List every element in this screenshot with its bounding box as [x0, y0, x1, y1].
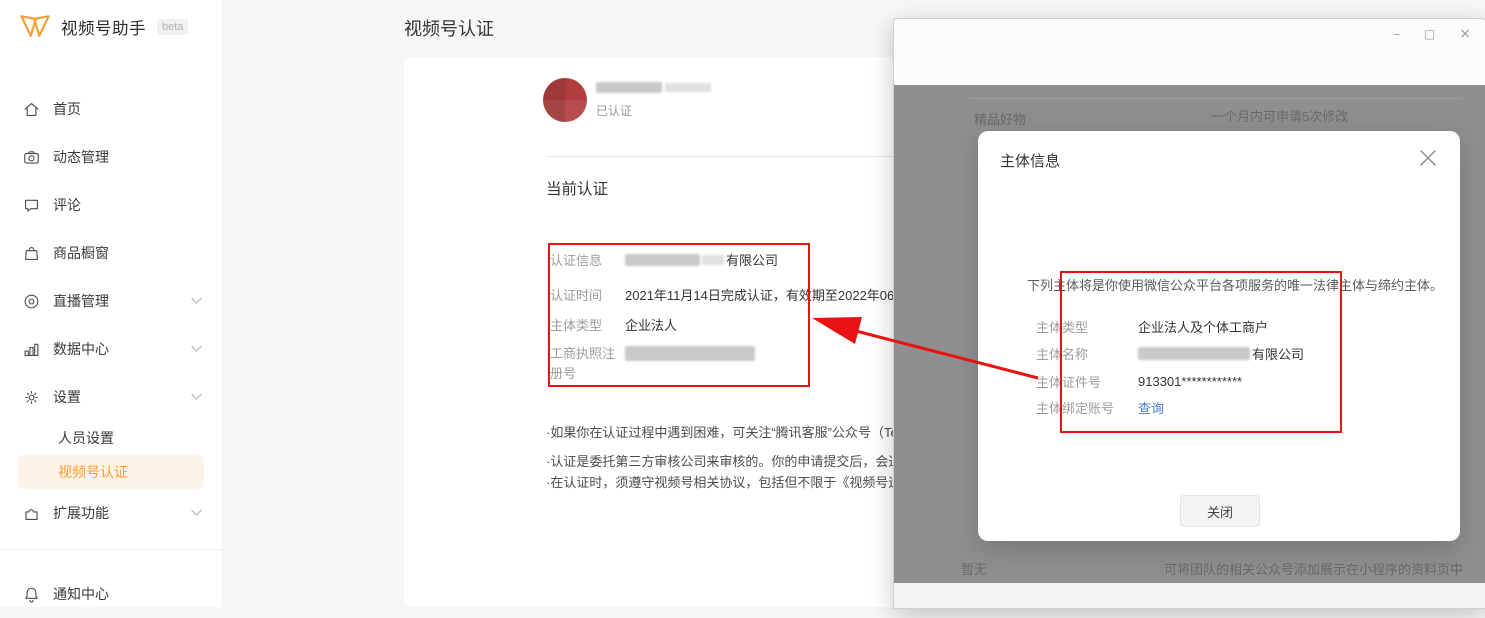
modal-intro-text: 下列主体将是你使用微信公众平台各项服务的唯一法律主体与缔约主体。	[1027, 275, 1443, 294]
sidebar-item-notification-center[interactable]: 通知中心	[0, 570, 222, 618]
cert-row-info: 认证信息 有限公司	[550, 250, 778, 269]
sidebar-subitem-channel-certification[interactable]: 视频号认证	[18, 455, 204, 489]
maximize-button[interactable]: □	[1424, 25, 1435, 43]
sidebar: 视频号助手 beta 首页 动态管理 评论 商品橱窗 直播管理 数据中心	[0, 0, 223, 607]
gear-icon	[22, 388, 41, 407]
sidebar-item-data-center[interactable]: 数据中心	[0, 325, 222, 373]
shopping-bag-icon	[22, 244, 41, 263]
redacted-text	[702, 255, 724, 265]
chevron-down-icon	[191, 297, 202, 305]
minimize-button[interactable]: –	[1394, 25, 1400, 43]
modal-row-subject-name: 主体名称 有限公司	[1036, 344, 1304, 363]
page-title: 视频号认证	[404, 15, 494, 41]
certification-card: 已认证 当前认证 认证信息 有限公司 认证时间 2021年11月14日完成认证，…	[404, 57, 893, 607]
sidebar-item-extensions[interactable]: 扩展功能	[0, 489, 222, 537]
modal-title: 主体信息	[1000, 150, 1060, 171]
subject-info-modal: 主体信息 下列主体将是你使用微信公众平台各项服务的唯一法律主体与缔约主体。 主体…	[978, 131, 1460, 541]
divider	[546, 156, 893, 157]
cert-row-time: 认证时间 2021年11月14日完成认证，有效期至2022年06月11日	[550, 285, 934, 304]
chevron-down-icon	[191, 345, 202, 353]
comment-icon	[22, 196, 41, 215]
section-title: 当前认证	[546, 177, 608, 199]
redacted-account-name	[665, 83, 711, 92]
sidebar-item-home[interactable]: 首页	[0, 85, 222, 133]
window-controls: – □ ×	[1394, 25, 1471, 43]
modal-row-subject-type: 主体类型 企业法人及个体工商户	[1036, 317, 1268, 336]
cert-row-license-no: 工商执照注册号	[550, 344, 755, 384]
app-title: 视频号助手	[61, 15, 146, 39]
beta-badge: beta	[157, 19, 188, 35]
redacted-text	[625, 346, 755, 361]
camera-icon	[22, 148, 41, 167]
close-window-button[interactable]: ×	[1459, 25, 1471, 43]
dim-divider	[969, 98, 1461, 99]
puzzle-icon	[22, 504, 41, 523]
sidebar-nav: 首页 动态管理 评论 商品橱窗 直播管理 数据中心 设置	[0, 85, 222, 618]
sidebar-subitem-staff-settings[interactable]: 人员设置	[18, 421, 204, 455]
dimmed-label: 一个月内可申请5次修改	[1211, 106, 1348, 125]
cert-row-subject-type: 主体类型 企业法人	[550, 315, 677, 334]
sidebar-item-live[interactable]: 直播管理	[0, 277, 222, 325]
dimmed-label: 暂无	[961, 559, 987, 578]
live-record-icon	[22, 292, 41, 311]
status-badge: 已认证	[596, 102, 632, 119]
redacted-text	[1138, 347, 1250, 360]
channels-logo-icon	[18, 13, 52, 40]
chevron-down-icon	[191, 393, 202, 401]
sidebar-item-shop-window[interactable]: 商品橱窗	[0, 229, 222, 277]
avatar	[543, 78, 587, 122]
app-logo-row: 视频号助手 beta	[18, 13, 188, 40]
sidebar-item-moments[interactable]: 动态管理	[0, 133, 222, 181]
floating-window: – □ × 精品好物 一个月内可申请5次修改 暂无 可将团队的相关公众号添加展示…	[893, 18, 1485, 609]
window-titlebar: – □ ×	[894, 19, 1485, 85]
modal-row-subject-id: 主体证件号 913301************	[1036, 372, 1242, 391]
redacted-account-name	[596, 82, 662, 93]
sidebar-item-comments[interactable]: 评论	[0, 181, 222, 229]
chevron-down-icon	[191, 509, 202, 517]
home-icon	[22, 100, 41, 119]
sidebar-item-settings[interactable]: 设置	[0, 373, 222, 421]
dimmed-label: 可将团队的相关公众号添加展示在小程序的资料页中	[1164, 559, 1463, 578]
modal-row-bound-account: 主体绑定账号 查询	[1036, 398, 1164, 417]
note-line: ·如果你在认证过程中遇到困难，可关注“腾讯客服”公众号（Tencent_	[546, 422, 937, 441]
bell-icon	[22, 585, 41, 604]
query-link[interactable]: 查询	[1138, 398, 1164, 417]
dimmed-label: 精品好物	[974, 109, 1026, 128]
window-footer	[894, 583, 1485, 608]
bar-chart-icon	[22, 340, 41, 359]
redacted-text	[625, 254, 700, 266]
close-modal-button[interactable]: 关闭	[1180, 495, 1260, 527]
sidebar-divider	[0, 549, 222, 550]
close-icon[interactable]	[1418, 148, 1438, 168]
